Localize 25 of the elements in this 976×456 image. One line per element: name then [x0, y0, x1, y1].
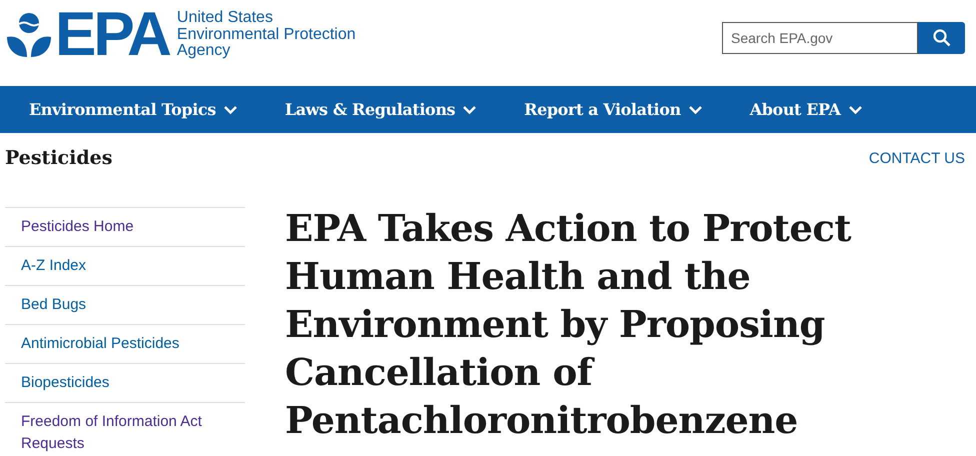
nav-menu-item[interactable]: Laws & Regulations — [284, 100, 478, 119]
sidebar-link[interactable]: Pesticides Home — [5, 208, 245, 247]
search-field[interactable]: Search EPA.gov — [722, 22, 918, 54]
nav-menu-item[interactable]: About EPA — [750, 100, 862, 119]
agency-name: United States — [176, 10, 274, 27]
sidebar-link[interactable]: Freedom of Information Act Requests — [5, 403, 245, 456]
agency-name: Environmental Protection — [176, 26, 356, 44]
sidebar-link[interactable]: Bed Bugs — [5, 286, 245, 325]
section-title: Pesticides — [5, 147, 112, 169]
logo-flower-icon — [5, 11, 53, 59]
nav-menu-item[interactable]: Report a Violation — [524, 100, 703, 119]
chevron-icon — [688, 104, 703, 114]
search-button[interactable] — [918, 22, 965, 54]
chevron-icon — [222, 104, 238, 114]
nav-menu-item[interactable]: Environmental Topics — [29, 100, 238, 119]
contact-link[interactable]: CONTACT US — [868, 150, 965, 166]
chevron-icon — [848, 104, 862, 114]
chevron-icon — [462, 104, 478, 114]
logo-text: EPA — [55, 10, 169, 60]
agency-name: Agency — [176, 43, 232, 60]
sidebar-link[interactable]: A-Z Index — [5, 247, 245, 286]
search-icon — [932, 29, 950, 47]
sidebar-link[interactable]: Antimicrobial Pesticides — [5, 325, 245, 364]
article-title: EPA Takes Action to Protect Human Health and the Environment by Proposing Cancellation of Pentachloronitrobenzene — [285, 205, 852, 444]
sidebar-link[interactable]: Biopesticides — [5, 364, 245, 403]
